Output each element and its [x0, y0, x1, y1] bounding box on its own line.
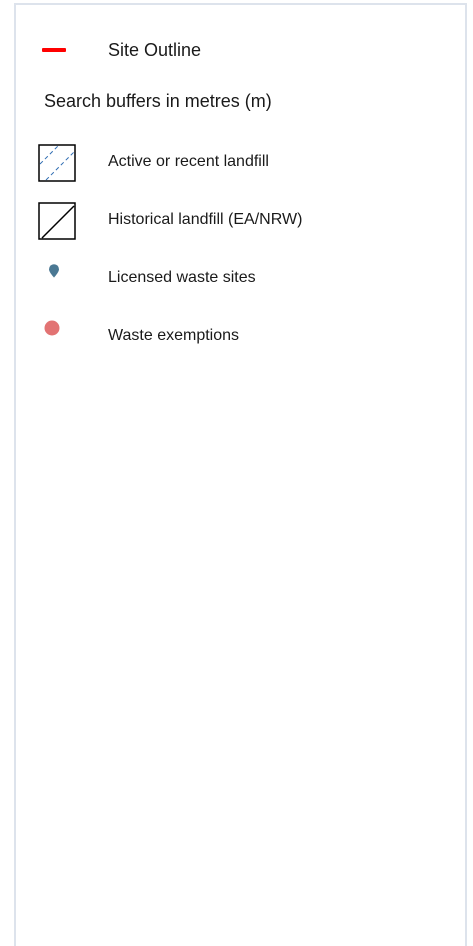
waste-exemptions-label: Waste exemptions [108, 327, 240, 344]
site-outline-swatch [42, 48, 66, 52]
hatched-square-icon [38, 144, 76, 182]
diagonal-square-icon [38, 202, 76, 240]
active-landfill-label: Active or recent landfill [108, 153, 269, 170]
search-buffers-label: Search buffers in metres (m) [44, 91, 272, 111]
legend-panel: Site Outline Search buffers in metres (m… [14, 3, 467, 946]
licensed-waste-sites-label: Licensed waste sites [108, 269, 256, 286]
map-pin-icon [48, 264, 60, 283]
historical-landfill-label: Historical landfill (EA/NRW) [108, 211, 303, 228]
site-outline-label: Site Outline [108, 40, 202, 60]
dot-icon [44, 320, 60, 341]
